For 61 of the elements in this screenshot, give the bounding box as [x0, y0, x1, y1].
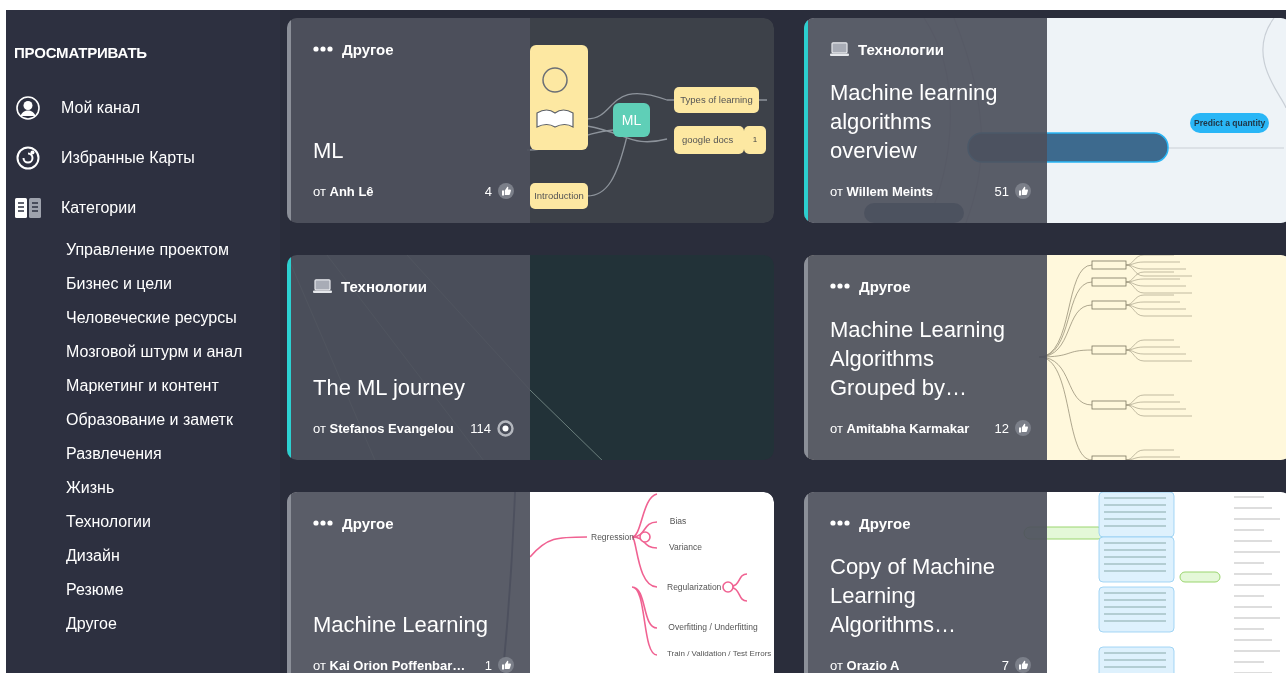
card-title[interactable]: The ML journey [313, 373, 503, 402]
sidebar-item[interactable]: Мой канал [15, 83, 280, 133]
count-text: 114 [470, 420, 491, 436]
sidebar-item[interactable]: Избранные Карты [15, 133, 280, 183]
count-text: 51 [994, 183, 1009, 199]
count-text: 1 [484, 657, 492, 673]
node-label: Bias [668, 514, 688, 528]
category-label: Технологии [858, 40, 944, 58]
author-text: от Anh Lê [313, 183, 375, 199]
node-label: Overfitting / Underfitting [667, 620, 759, 634]
sidebar-item[interactable]: Категории [15, 183, 280, 233]
author-text: от Kai Orion Poffenbar… [313, 657, 467, 673]
category-link[interactable]: Жизнь [66, 479, 115, 497]
book-icon [15, 197, 41, 219]
count-text: 4 [484, 183, 492, 199]
laptop-icon [313, 279, 332, 293]
category-link[interactable]: Другое [66, 615, 117, 633]
author-text: от Stefanos Evangelou [313, 420, 455, 436]
user-icon [16, 96, 40, 120]
category-link[interactable]: Мозговой штурм и анал [66, 343, 243, 361]
category-link[interactable]: Технологии [66, 513, 151, 531]
map-node: ML [613, 103, 650, 137]
author-text: от Orazio A [830, 657, 901, 673]
map-node: Introduction [530, 183, 588, 209]
category-label: Другое [342, 514, 394, 532]
category-label: Другое [859, 514, 911, 532]
category-link[interactable]: Образование и заметк [66, 411, 233, 429]
category-link[interactable]: Маркетинг и контент [66, 377, 219, 395]
count-text: 12 [994, 420, 1009, 436]
card-title[interactable]: Machine Learning Algorithms Grouped by… [830, 315, 1020, 402]
node-label: Regression [590, 530, 635, 544]
card-title[interactable]: Machine learning algorithms overview [830, 78, 1020, 165]
map-node: Predict a quantity [1190, 113, 1270, 133]
orbit-icon [16, 146, 40, 170]
category-link[interactable]: Управление проектом [66, 241, 229, 259]
card-title[interactable]: Machine Learning [313, 610, 503, 639]
map-node: 1 [744, 126, 766, 154]
node-label: Train / Validation / Test Errors [666, 648, 773, 660]
node-label: Regularization [666, 580, 723, 594]
count-text: 7 [1001, 657, 1009, 673]
category-label: Другое [342, 40, 394, 58]
dots-icon [830, 283, 850, 289]
author-text: от Willem Meints [830, 183, 935, 199]
dots-icon [830, 520, 850, 526]
category-label: Другое [859, 277, 911, 295]
dots-icon [313, 46, 333, 52]
category-link[interactable]: Развлечения [66, 445, 162, 463]
node-label: Variance [668, 540, 703, 554]
category-label: Технологии [341, 277, 427, 295]
category-link[interactable]: Дизайн [66, 547, 120, 565]
card-title[interactable]: Copy of Machine Learning Algorithms… [830, 552, 1020, 639]
laptop-icon [830, 42, 849, 56]
category-link[interactable]: Человеческие ресурсы [66, 309, 237, 327]
dots-icon [313, 520, 333, 526]
category-link[interactable]: Резюме [66, 581, 124, 599]
map-node: Types of learning [674, 87, 759, 113]
sidebar-heading: ПРОСМАТРИВАТЬ [14, 44, 148, 61]
map-node: google docs [674, 126, 744, 154]
card-title[interactable]: ML [313, 136, 503, 165]
author-text: от Amitabha Karmakar [830, 420, 971, 436]
category-link[interactable]: Бизнес и цели [66, 275, 172, 293]
